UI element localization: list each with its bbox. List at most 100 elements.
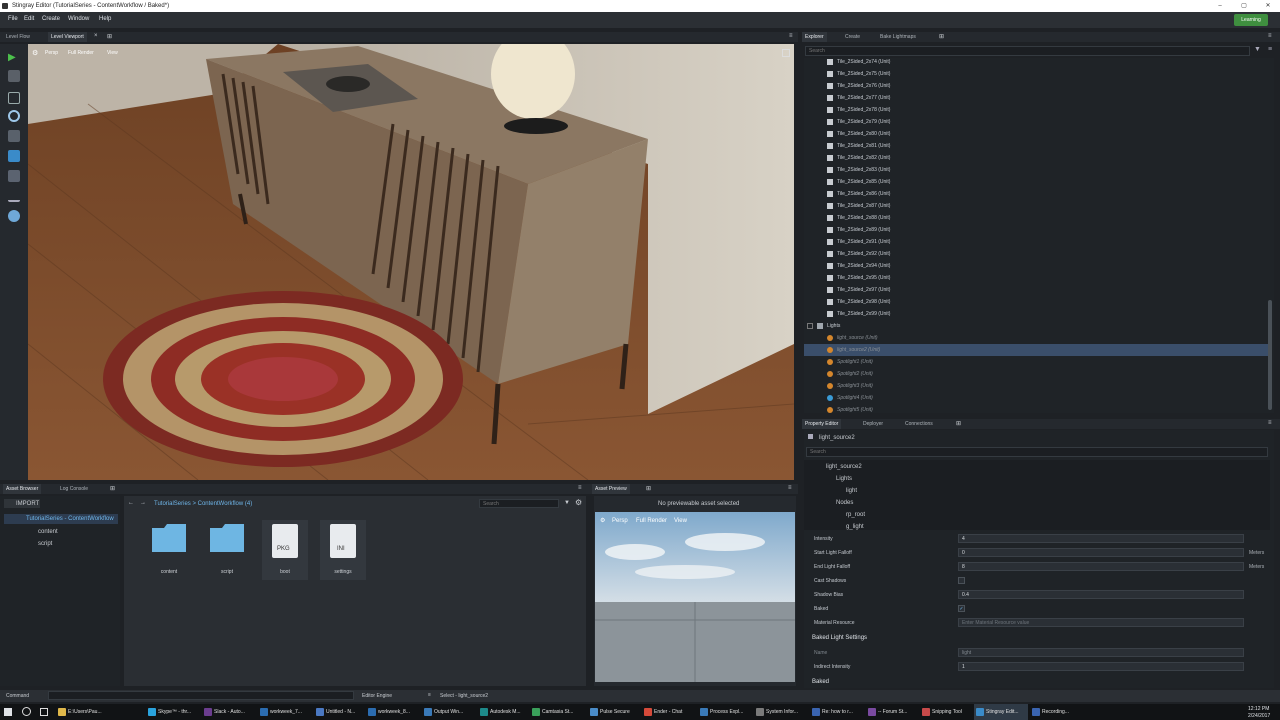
menu-help[interactable]: Help (99, 16, 111, 22)
gamepad-icon[interactable] (8, 70, 20, 82)
scale-tool-icon[interactable] (8, 130, 20, 142)
tree-item[interactable]: Tile_2Sided_2x91 (Unit) (804, 236, 1274, 248)
globe-tool-icon[interactable] (8, 210, 20, 222)
tree-item[interactable]: Tile_2Sided_2x83 (Unit) (804, 164, 1274, 176)
filter-icon[interactable]: ▼ (564, 500, 570, 506)
viewport-persp-button[interactable]: Persp (45, 50, 58, 56)
tab-property-editor[interactable]: Property Editor (802, 419, 842, 429)
settings-gear-icon[interactable]: ⚙ (575, 498, 582, 507)
panel-menu-icon[interactable]: ≡ (789, 33, 793, 39)
asset-item-boot[interactable]: PKG boot (262, 520, 308, 580)
add-tab-icon[interactable]: ⊞ (107, 33, 112, 40)
menu-create[interactable]: Create (42, 16, 60, 22)
tree-item-light[interactable]: light_source2 (Unit) (804, 344, 1268, 356)
minimize-button[interactable]: – (1208, 0, 1232, 12)
tree-item[interactable]: Tile_2Sided_2x81 (Unit) (804, 140, 1274, 152)
tree-item[interactable]: Tile_2Sided_2x99 (Unit) (804, 308, 1274, 320)
collapse-icon[interactable] (807, 323, 813, 329)
tree-item-light[interactable]: Spotlight4 (Unit) (804, 392, 1268, 404)
prop-value[interactable]: 0 (958, 548, 1244, 557)
viewport-view-button[interactable]: View (107, 50, 118, 56)
task-view-icon[interactable] (40, 708, 48, 716)
tab-explorer[interactable]: Explorer (802, 32, 827, 42)
start-icon[interactable] (4, 708, 12, 716)
taskbar-app[interactable]: Skype™ - thr... (146, 704, 200, 720)
tree-item[interactable]: Tile_2Sided_2x78 (Unit) (804, 104, 1274, 116)
taskbar-app[interactable]: workweek_8... (366, 704, 420, 720)
checkbox[interactable]: ✓ (958, 605, 965, 612)
tab-level-flow[interactable]: Level Flow (3, 32, 33, 42)
viewport-full-render-button[interactable]: Full Render (68, 50, 94, 56)
tree-item[interactable]: Tile_2Sided_2x95 (Unit) (804, 272, 1274, 284)
add-tab-icon[interactable]: ⊞ (939, 33, 944, 40)
taskbar-app[interactable]: Ender - Chat (642, 704, 696, 720)
tree-item[interactable]: Tile_2Sided_2x75 (Unit) (804, 68, 1274, 80)
tree-item[interactable]: Tile_2Sided_2x79 (Unit) (804, 116, 1274, 128)
tree-item[interactable]: Tile_2Sided_2x86 (Unit) (804, 188, 1274, 200)
level-viewport[interactable] (28, 44, 794, 480)
tree-light[interactable]: light (846, 488, 857, 494)
import-button[interactable]: IMPORT (4, 499, 40, 508)
forward-icon[interactable]: → (140, 500, 146, 506)
taskbar-app[interactable]: Slack - Auto... (202, 704, 256, 720)
play-icon[interactable]: ▶ (8, 52, 20, 64)
tree-nodes[interactable]: Nodes (836, 500, 853, 506)
panel-menu-icon[interactable]: ≡ (578, 485, 582, 491)
tree-item-light[interactable]: Spotlight1 (Unit) (804, 356, 1268, 368)
taskbar-app[interactable]: System Infor... (754, 704, 808, 720)
tree-item-light[interactable]: Spotlight3 (Unit) (804, 380, 1268, 392)
menu-edit[interactable]: Edit (24, 16, 34, 22)
prop-value[interactable]: 8 (958, 562, 1244, 571)
tree-item[interactable]: Tile_2Sided_2x98 (Unit) (804, 296, 1274, 308)
taskbar-app[interactable]: -- Forum St... (866, 704, 918, 720)
baked-section-header[interactable]: Baked (806, 677, 1266, 687)
prop-value[interactable]: 1 (958, 662, 1244, 671)
menu-window[interactable]: Window (68, 16, 89, 22)
place-tool-icon[interactable] (8, 150, 20, 162)
lock-icon[interactable] (808, 434, 813, 439)
tree-item[interactable]: Tile_2Sided_2x89 (Unit) (804, 224, 1274, 236)
tab-connections[interactable]: Connections (902, 419, 936, 429)
explorer-scrollbar[interactable] (1268, 300, 1272, 410)
explorer-search-input[interactable] (805, 46, 1250, 56)
engine-selector[interactable]: Editor Engine (362, 693, 392, 699)
viewport-gear-icon[interactable]: ⚙ (32, 49, 38, 57)
tree-item[interactable]: Tile_2Sided_2x97 (Unit) (804, 284, 1274, 296)
learning-button[interactable]: Learning (1234, 14, 1268, 26)
taskbar-app[interactable]: Re: how to r... (810, 704, 864, 720)
taskbar-app[interactable]: Untitled - N... (314, 704, 364, 720)
taskbar-app[interactable]: Output Win... (422, 704, 476, 720)
tree-item[interactable]: Tile_2Sided_2x74 (Unit) (804, 58, 1274, 68)
asset-search-input[interactable] (479, 499, 559, 508)
asset-breadcrumb[interactable]: TutorialSeries > ContentWorkflow (4) (154, 501, 252, 507)
tree-lights[interactable]: Lights (836, 476, 852, 482)
tree-item[interactable]: Tile_2Sided_2x77 (Unit) (804, 92, 1274, 104)
close-button[interactable]: ✕ (1256, 0, 1280, 12)
prop-value[interactable]: Enter Material Resource value (958, 618, 1244, 627)
menu-file[interactable]: File (8, 16, 18, 22)
select-tool-icon[interactable] (8, 92, 20, 104)
tab-create[interactable]: Create (842, 32, 863, 42)
taskbar-app[interactable]: workweek_7... (258, 704, 312, 720)
tree-item[interactable]: Tile_2Sided_2x94 (Unit) (804, 260, 1274, 272)
add-tab-icon[interactable]: ⊞ (956, 420, 961, 427)
panel-menu-icon[interactable]: ≡ (1268, 420, 1272, 426)
panel-menu-icon[interactable]: ≡ (788, 485, 792, 491)
baked-light-settings-header[interactable]: Baked Light Settings (806, 633, 1266, 643)
tree-item[interactable]: Tile_2Sided_2x88 (Unit) (804, 212, 1274, 224)
prop-value[interactable]: 4 (958, 534, 1244, 543)
taskbar-app[interactable]: Snipping Tool (920, 704, 972, 720)
property-search-input[interactable] (806, 447, 1268, 457)
command-input[interactable] (48, 691, 354, 700)
tree-item[interactable]: Tile_2Sided_2x87 (Unit) (804, 200, 1274, 212)
tree-root-row[interactable]: TutorialSeries - ContentWorkflow (4, 514, 118, 524)
preview-full-render-button[interactable]: Full Render (636, 518, 667, 524)
taskbar-app[interactable]: Pulse Secure (588, 704, 640, 720)
preview-view-button[interactable]: View (674, 518, 687, 524)
expand-icon[interactable]: ≡ (1268, 46, 1272, 53)
search-icon[interactable] (22, 707, 31, 716)
panel-menu-icon[interactable]: ≡ (1268, 33, 1272, 39)
clock-time[interactable]: 12:12 PM (1248, 706, 1269, 712)
clock-date[interactable]: 2/24/2017 (1248, 713, 1270, 719)
move-tool-icon[interactable] (8, 110, 20, 122)
